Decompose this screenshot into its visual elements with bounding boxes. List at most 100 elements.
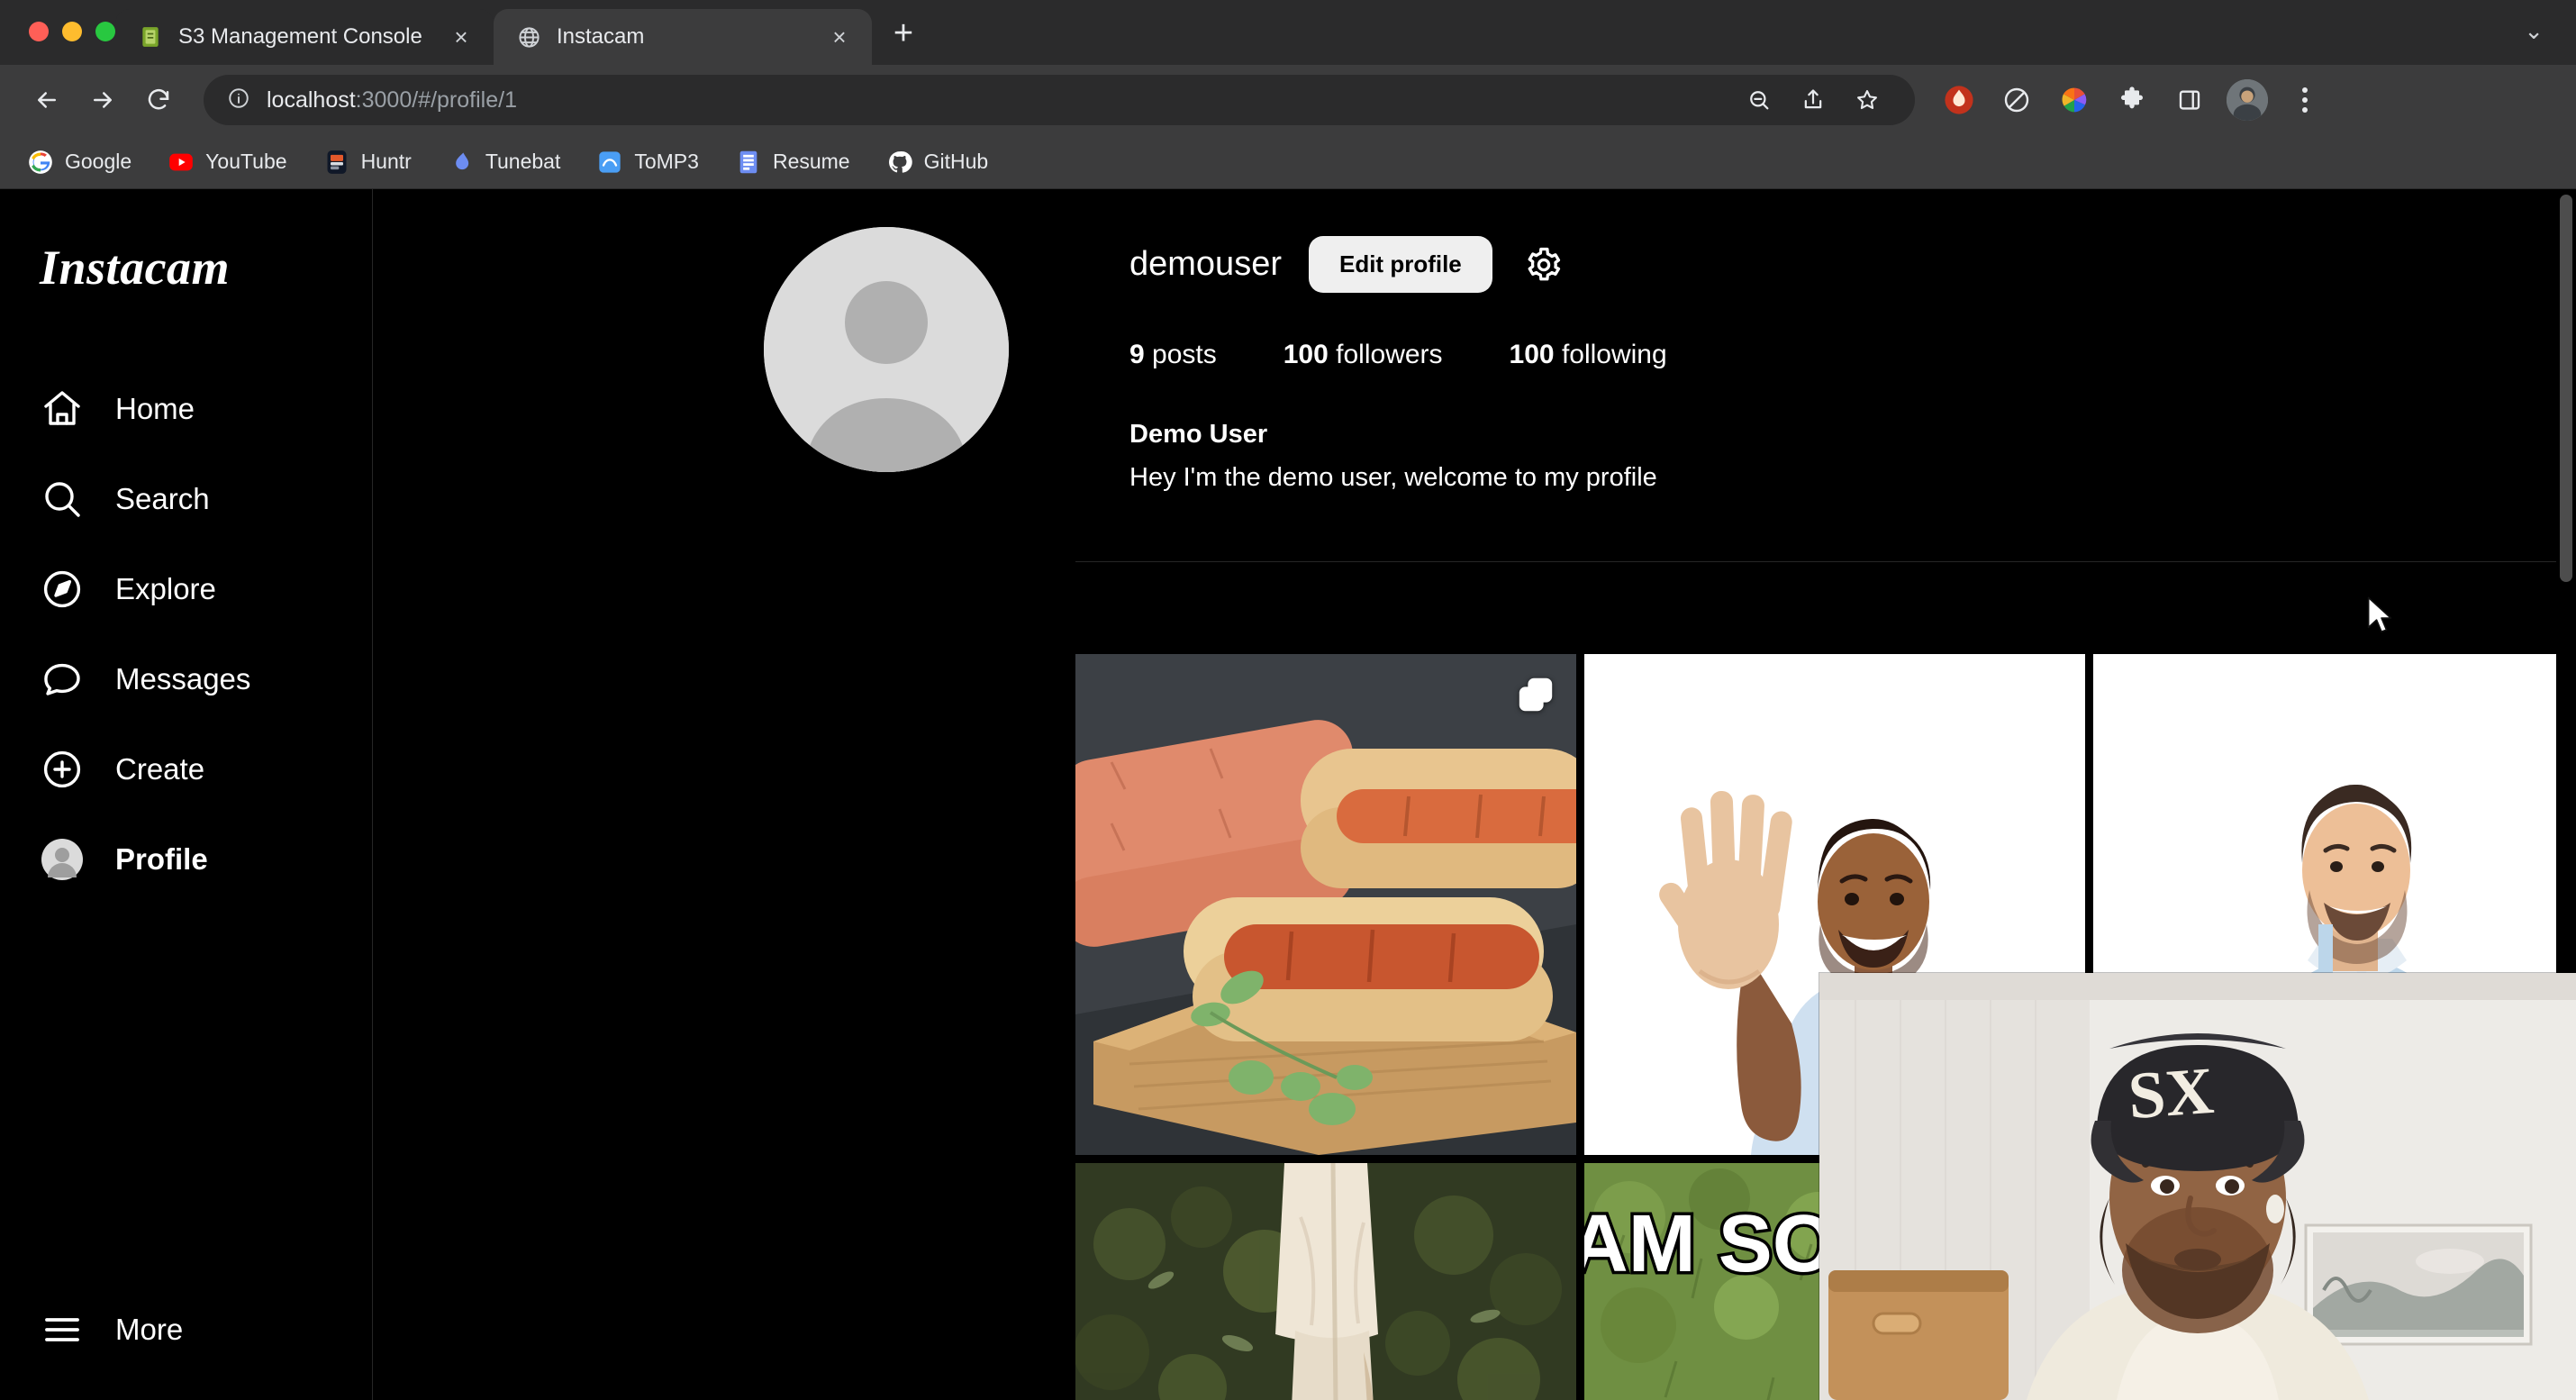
person-white-outfit-image bbox=[1075, 1163, 1576, 1400]
tab-title: Instacam bbox=[557, 24, 645, 49]
stat-label: followers bbox=[1336, 340, 1443, 369]
bookmark-tomp3[interactable]: ToMP3 bbox=[582, 142, 713, 182]
url-path: :3000/#/profile/1 bbox=[355, 86, 517, 113]
reload-button[interactable] bbox=[133, 75, 184, 125]
avatar-icon bbox=[38, 835, 86, 884]
profile-username: demouser bbox=[1129, 245, 1282, 283]
kebab-menu-icon[interactable] bbox=[2281, 76, 2329, 124]
app-logo[interactable]: Instacam bbox=[20, 214, 352, 295]
sidebar-item-explore[interactable]: Explore bbox=[20, 544, 352, 634]
carousel-stack-icon bbox=[1515, 674, 1556, 715]
color-extension-icon[interactable] bbox=[2050, 76, 2099, 124]
compass-icon bbox=[38, 565, 86, 614]
webcam-overlay[interactable]: SX bbox=[1819, 973, 2576, 1400]
forward-button[interactable] bbox=[77, 75, 128, 125]
bookmark-github[interactable]: GitHub bbox=[872, 142, 1003, 182]
sidebar-item-label: Search bbox=[115, 482, 210, 515]
zoom-out-icon[interactable] bbox=[1735, 76, 1783, 124]
bookmark-youtube[interactable]: YouTube bbox=[153, 142, 301, 182]
share-icon[interactable] bbox=[1789, 76, 1837, 124]
bookmark-resume[interactable]: Resume bbox=[721, 142, 865, 182]
url-text: localhost:3000/#/profile/1 bbox=[267, 87, 517, 114]
home-icon bbox=[38, 385, 86, 433]
hamburger-icon bbox=[38, 1305, 86, 1354]
browser-tab-instacam[interactable]: Instacam × bbox=[494, 9, 872, 65]
minimize-window-button[interactable] bbox=[62, 22, 82, 41]
profile-bio-text: Hey I'm the demo user, welcome to my pro… bbox=[1129, 463, 1657, 493]
adblock-extension-icon[interactable] bbox=[1992, 76, 2041, 124]
stat-value: 100 bbox=[1283, 340, 1329, 369]
bookmark-star-icon[interactable] bbox=[1843, 76, 1891, 124]
bookmark-tunebat[interactable]: Tunebat bbox=[433, 142, 576, 182]
close-window-button[interactable] bbox=[29, 22, 49, 41]
bookmark-label: Resume bbox=[772, 150, 850, 173]
sidebar-item-label: Create bbox=[115, 752, 205, 786]
browser-tab-s3[interactable]: S3 Management Console × bbox=[115, 9, 494, 65]
browser-tabstrip: S3 Management Console × Instacam × + ⌄ bbox=[0, 0, 2576, 65]
github-icon bbox=[886, 149, 913, 176]
sidebar-bottom: More bbox=[20, 1285, 353, 1375]
tomp3-icon bbox=[596, 149, 623, 176]
profile-header: demouser Edit profile 9 posts 100 follow… bbox=[643, 205, 2165, 496]
bookmark-label: ToMP3 bbox=[634, 150, 699, 173]
bookmark-label: YouTube bbox=[205, 150, 287, 173]
sidebar-item-profile[interactable]: Profile bbox=[20, 814, 352, 905]
edit-profile-button[interactable]: Edit profile bbox=[1308, 236, 1492, 293]
gear-icon[interactable] bbox=[1519, 241, 1568, 289]
search-icon bbox=[38, 475, 86, 523]
globe-icon bbox=[515, 23, 542, 50]
arrow-cursor-icon bbox=[2364, 596, 2395, 636]
bookmark-label: Huntr bbox=[360, 150, 412, 173]
close-icon[interactable]: × bbox=[445, 21, 477, 53]
extension-icons bbox=[1935, 76, 2329, 124]
screen: S3 Management Console × Instacam × + ⌄ l… bbox=[0, 0, 2576, 1400]
profile-avatar-icon[interactable] bbox=[2223, 76, 2272, 124]
plus-circle-icon bbox=[38, 745, 86, 794]
stat-value: 100 bbox=[1509, 340, 1555, 369]
browser-toolbar: localhost:3000/#/profile/1 bbox=[0, 65, 2576, 135]
sidebar-item-create[interactable]: Create bbox=[20, 724, 352, 814]
sidebar-item-label: Explore bbox=[115, 572, 216, 605]
sidebar-item-more[interactable]: More bbox=[20, 1285, 353, 1375]
bookmark-label: Google bbox=[65, 150, 132, 173]
puzzle-extensions-icon[interactable] bbox=[2108, 76, 2156, 124]
new-tab-button[interactable]: + bbox=[881, 13, 926, 58]
profile-divider bbox=[1075, 561, 2576, 563]
back-button[interactable] bbox=[22, 75, 72, 125]
sidebar-item-messages[interactable]: Messages bbox=[20, 634, 352, 724]
hot-dogs-image bbox=[1075, 654, 1576, 1156]
flame-extension-icon[interactable] bbox=[1935, 76, 1983, 124]
stat-label: posts bbox=[1152, 340, 1217, 369]
stat-value: 9 bbox=[1129, 340, 1145, 369]
maximize-window-button[interactable] bbox=[95, 22, 115, 41]
stat-label: following bbox=[1561, 340, 1667, 369]
sidebar-nav: Home Search Explore Messages Create Prof… bbox=[20, 364, 352, 905]
profile-info: demouser Edit profile 9 posts 100 follow… bbox=[1129, 205, 2165, 496]
sidebar-item-label: Messages bbox=[115, 662, 251, 695]
profile-picture-column bbox=[643, 205, 1129, 472]
post-thumbnail-4[interactable] bbox=[1075, 1163, 1576, 1400]
google-icon bbox=[27, 149, 54, 176]
close-icon[interactable]: × bbox=[823, 21, 856, 53]
stat-following[interactable]: 100 following bbox=[1510, 340, 1667, 370]
sidebar-item-label: Profile bbox=[115, 842, 208, 876]
scrollbar-thumb[interactable] bbox=[2560, 195, 2572, 582]
site-info-icon[interactable] bbox=[227, 86, 250, 114]
post-thumbnail-1[interactable] bbox=[1075, 654, 1576, 1156]
bookmark-label: GitHub bbox=[923, 150, 989, 173]
stat-followers[interactable]: 100 followers bbox=[1283, 340, 1443, 370]
side-panel-icon[interactable] bbox=[2165, 76, 2214, 124]
tunebat-icon bbox=[448, 149, 475, 176]
bookmark-huntr[interactable]: Huntr bbox=[309, 142, 426, 182]
profile-picture[interactable] bbox=[764, 227, 1009, 472]
huntr-icon bbox=[323, 149, 350, 176]
bookmark-google[interactable]: Google bbox=[13, 142, 146, 182]
address-bar[interactable]: localhost:3000/#/profile/1 bbox=[204, 75, 1915, 125]
profile-bio: Demo User Hey I'm the demo user, welcome… bbox=[1129, 415, 2165, 496]
youtube-icon bbox=[168, 149, 195, 176]
window-traffic-lights bbox=[0, 22, 115, 65]
bookmarks-bar: Google YouTube Huntr Tunebat ToMP3 Resum… bbox=[0, 135, 2576, 189]
sidebar-item-search[interactable]: Search bbox=[20, 454, 352, 544]
sidebar-item-home[interactable]: Home bbox=[20, 364, 352, 454]
chevron-down-icon[interactable]: ⌄ bbox=[2524, 17, 2576, 65]
